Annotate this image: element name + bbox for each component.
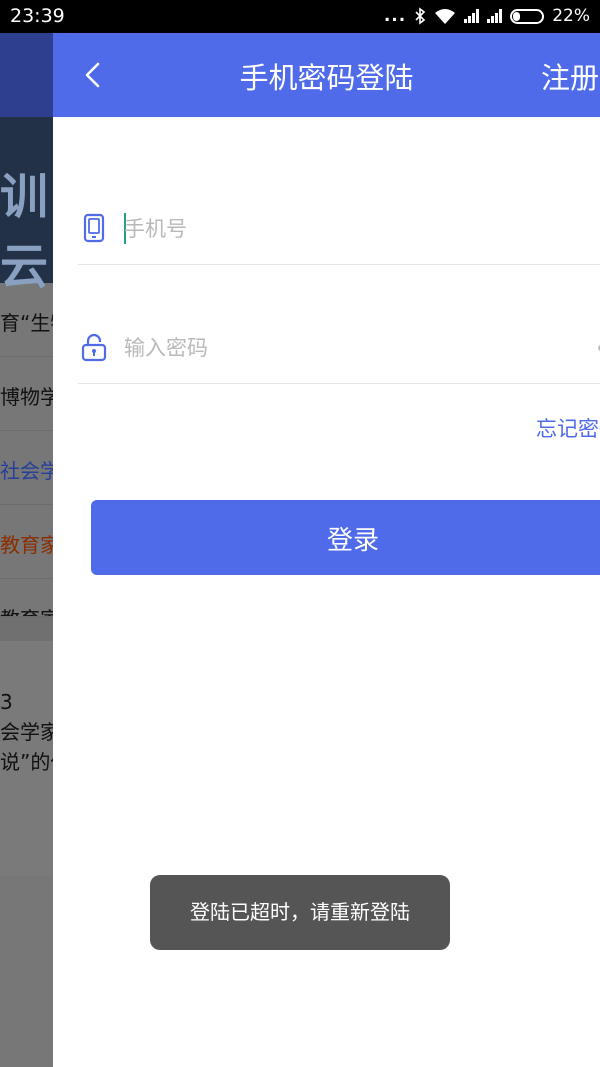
status-icons: ... 22% [384,6,590,26]
battery-icon [510,8,545,24]
register-button[interactable]: 注册 [541,55,599,97]
background-banner-text: 训云 [0,169,49,295]
signal-icon [464,9,480,23]
background-screen: 训云 育“生物 博物学 社会学 教育家 教育家 3 会学家和 说”的代 [0,33,53,1067]
lock-icon [81,333,107,362]
signal-icon [487,9,503,23]
wifi-icon [435,8,456,24]
app-bar: 手机密码登陆 注册 [53,33,600,117]
page-title: 手机密码登陆 [239,61,414,95]
status-time: 23:39 [10,5,65,27]
status-bar: 23:39 ... 22% [0,0,600,33]
phone-input[interactable] [124,207,584,251]
background-list-item: 社会学 [0,431,53,505]
bluetooth-icon [415,7,426,25]
phone-icon [83,213,105,243]
phone-field [78,193,600,265]
battery-percent: 22% [552,6,590,26]
forgot-password-link[interactable]: 忘记密码 [536,413,600,443]
background-article-line: 说”的代 [0,750,53,774]
background-list-item: 博物学 [0,357,53,431]
background-list-item: 育“生物 [0,283,53,357]
background-divider [0,617,53,641]
background-banner: 训云 [0,117,53,295]
password-input[interactable] [124,326,584,370]
background-article-block: 3 会学家和 说”的代 [0,641,53,876]
password-field [78,312,600,384]
background-header [0,33,53,117]
toast-message: 登陆已超时，请重新登陆 [150,875,450,950]
login-button-label: 登录 [326,526,379,556]
login-button[interactable]: 登录 [91,500,600,575]
background-article-line: 会学家和 [0,720,53,744]
background-list-item: 教育家 [0,505,53,579]
background-list-item: 教育家 [0,579,53,617]
more-dots-icon: ... [383,6,407,26]
background-article-line: 3 [0,690,13,714]
